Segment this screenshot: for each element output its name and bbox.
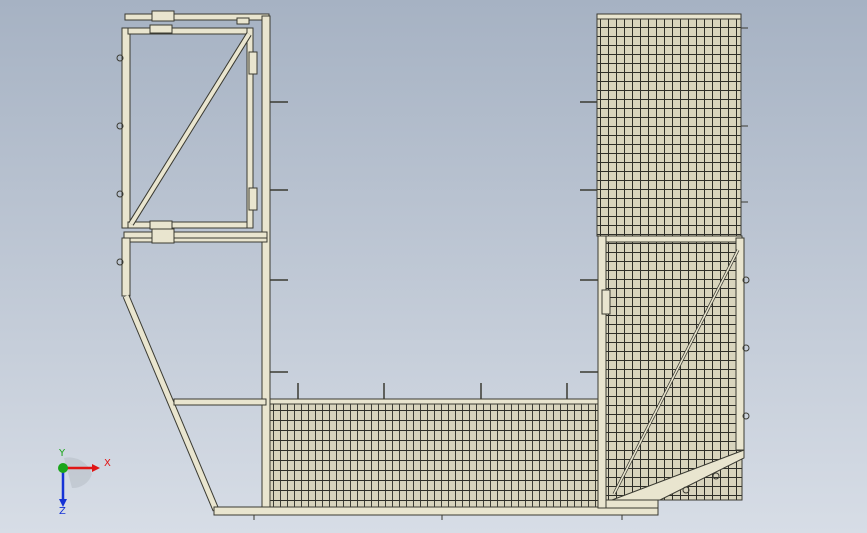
right-lower-gate[interactable] bbox=[580, 235, 750, 509]
right-upper-mesh-panel[interactable] bbox=[580, 13, 748, 237]
z-axis-label: Z bbox=[59, 506, 66, 517]
fence-assembly-model[interactable] bbox=[0, 0, 867, 533]
y-axis-label: Y bbox=[59, 448, 66, 459]
left-upper-gate[interactable] bbox=[116, 10, 288, 513]
left-slanted-post[interactable] bbox=[122, 294, 267, 512]
base-rail[interactable] bbox=[213, 506, 659, 520]
graphics-viewport[interactable]: X Y Z bbox=[0, 0, 867, 533]
reference-triad: X Y Z bbox=[48, 448, 118, 522]
bottom-mesh-panel[interactable] bbox=[269, 383, 601, 508]
x-axis-label: X bbox=[104, 458, 111, 469]
